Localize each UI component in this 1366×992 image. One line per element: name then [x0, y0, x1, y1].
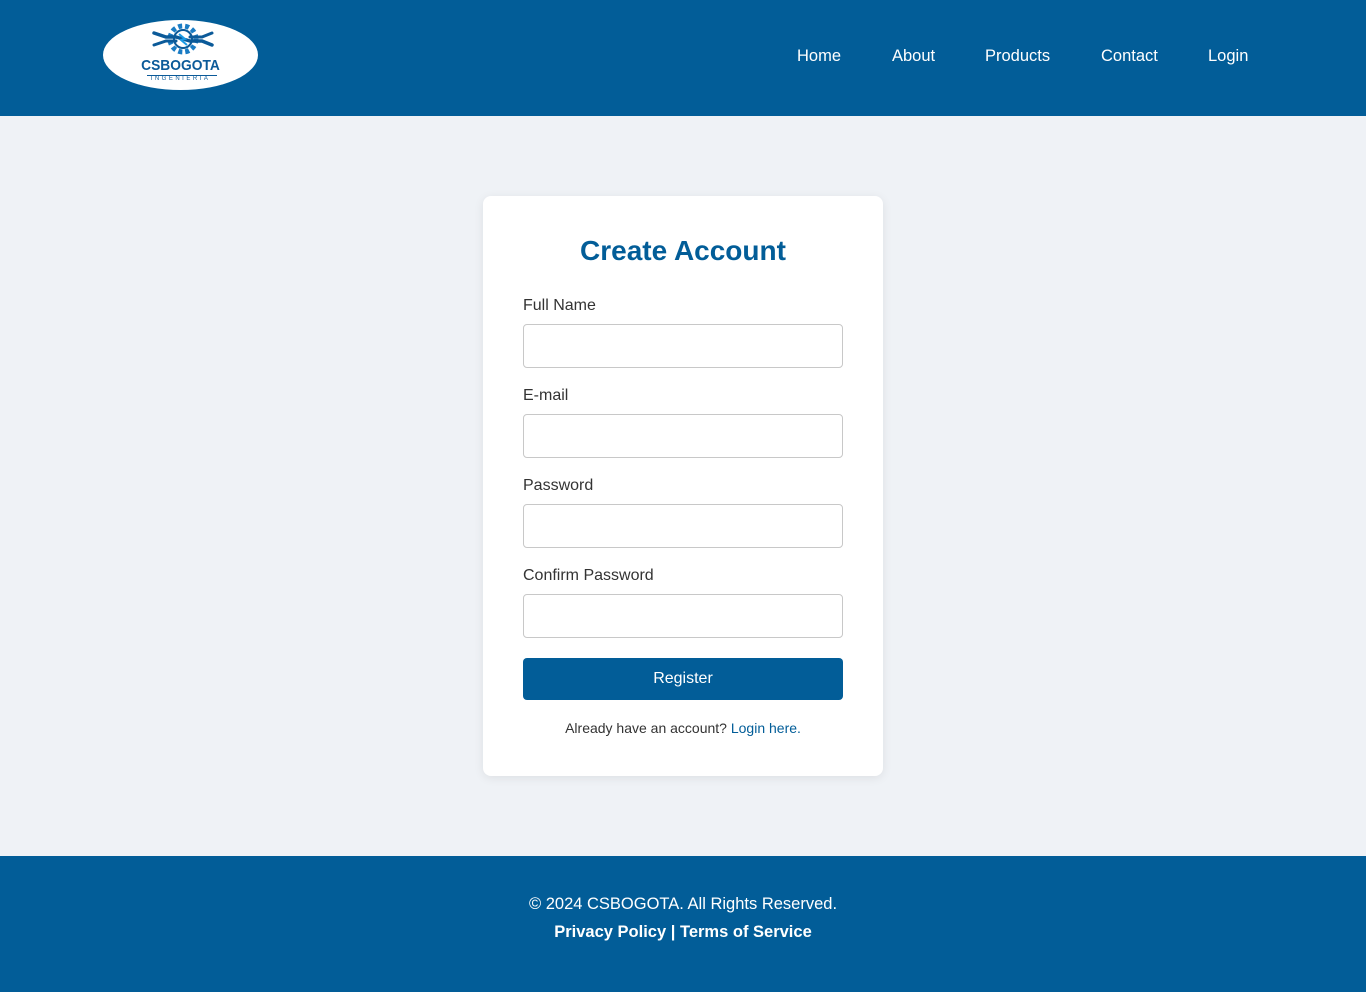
nav-login[interactable]: Login [1208, 47, 1248, 66]
nav-products[interactable]: Products [985, 47, 1050, 66]
terms-of-service-link[interactable]: Terms of Service [680, 923, 812, 941]
password-label: Password [523, 477, 594, 494]
privacy-policy-link[interactable]: Privacy Policy [554, 923, 666, 941]
full-name-input[interactable] [523, 324, 843, 368]
login-prompt-text: Already have an account? [565, 720, 727, 736]
nav-about[interactable]: About [892, 47, 935, 66]
email-input[interactable] [523, 414, 843, 458]
gear-wrench-icon [152, 23, 214, 55]
nav-contact[interactable]: Contact [1101, 47, 1158, 66]
full-name-label: Full Name [523, 297, 596, 314]
confirm-password-label: Confirm Password [523, 567, 654, 584]
footer-links: Privacy Policy | Terms of Service [0, 923, 1366, 942]
logo-brand-text: CSBOGOTA [141, 57, 220, 74]
nav-home[interactable]: Home [797, 47, 841, 66]
form-title: Create Account [580, 235, 786, 266]
password-input[interactable] [523, 504, 843, 548]
site-footer: © 2024 CSBOGOTA. All Rights Reserved. Pr… [0, 856, 1366, 992]
register-form-card: Create Account Full Name E-mail Password… [483, 196, 883, 776]
copyright-text: © 2024 CSBOGOTA. All Rights Reserved. [528, 895, 838, 913]
site-header: CSBOGOTA INGENIERIA Home About Products … [0, 0, 1366, 116]
logo-subtitle: INGENIERIA [150, 76, 211, 82]
register-button[interactable]: Register [523, 658, 843, 700]
main-content: Create Account Full Name E-mail Password… [0, 116, 1366, 856]
login-prompt: Already have an account? Login here. [483, 720, 883, 736]
footer-separator: | [670, 923, 676, 941]
email-label: E-mail [523, 387, 569, 404]
logo[interactable]: CSBOGOTA INGENIERIA [103, 20, 258, 90]
login-here-link[interactable]: Login here. [731, 720, 801, 736]
confirm-password-input[interactable] [523, 594, 843, 638]
